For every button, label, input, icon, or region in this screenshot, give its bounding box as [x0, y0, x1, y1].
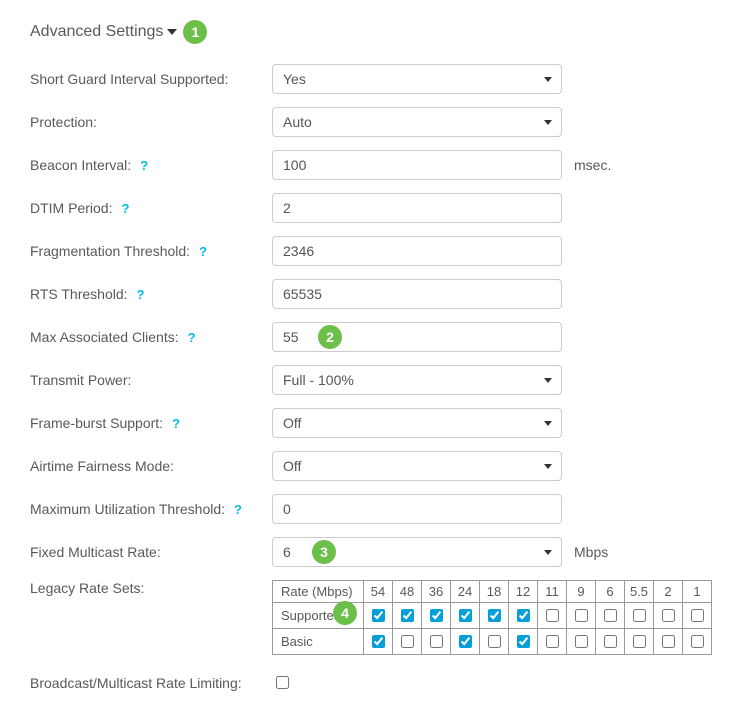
help-icon[interactable]: ?: [137, 158, 151, 172]
help-icon[interactable]: ?: [134, 287, 148, 301]
help-icon[interactable]: ?: [185, 330, 199, 344]
callout-4: 4: [333, 601, 357, 625]
rate-header: 9: [567, 581, 596, 603]
rate-header: 48: [393, 581, 422, 603]
help-icon[interactable]: ?: [118, 201, 132, 215]
supported-checkbox[interactable]: [488, 609, 501, 622]
maxutil-input[interactable]: [272, 494, 562, 524]
label-legacy: Legacy Rate Sets:: [30, 580, 144, 596]
label-multicast: Fixed Multicast Rate:: [30, 544, 161, 560]
basic-checkbox[interactable]: [575, 635, 588, 648]
label-dtim: DTIM Period:: [30, 200, 112, 216]
supported-checkbox[interactable]: [604, 609, 617, 622]
callout-1: 1: [183, 20, 207, 44]
supported-label-cell: Supported 4: [273, 603, 364, 629]
label-maxclients: Max Associated Clients:: [30, 329, 179, 345]
label-maxutil: Maximum Utilization Threshold:: [30, 501, 225, 517]
help-icon[interactable]: ?: [196, 244, 210, 258]
rate-header: 11: [538, 581, 567, 603]
basic-checkbox[interactable]: [488, 635, 501, 648]
rate-header: 12: [509, 581, 538, 603]
basic-checkbox[interactable]: [691, 635, 704, 648]
label-frameburst: Frame-burst Support:: [30, 415, 163, 431]
basic-checkbox[interactable]: [546, 635, 559, 648]
supported-checkbox[interactable]: [372, 609, 385, 622]
dtim-input[interactable]: [272, 193, 562, 223]
bmrate-checkbox[interactable]: [276, 676, 289, 689]
help-icon[interactable]: ?: [169, 416, 183, 430]
basic-checkbox[interactable]: [459, 635, 472, 648]
label-airtime: Airtime Fairness Mode:: [30, 458, 174, 474]
label-frag: Fragmentation Threshold:: [30, 243, 190, 259]
rate-header: 24: [451, 581, 480, 603]
rate-header: 2: [654, 581, 683, 603]
rate-header: 36: [422, 581, 451, 603]
basic-checkbox[interactable]: [517, 635, 530, 648]
frag-input[interactable]: [272, 236, 562, 266]
help-icon[interactable]: ?: [231, 502, 245, 516]
rate-header: 6: [596, 581, 625, 603]
sgi-select[interactable]: Yes: [272, 64, 562, 94]
label-txpower: Transmit Power:: [30, 372, 131, 388]
rts-input[interactable]: [272, 279, 562, 309]
basic-checkbox[interactable]: [662, 635, 675, 648]
supported-checkbox[interactable]: [401, 609, 414, 622]
rates-header-cell: Rate (Mbps): [273, 581, 364, 603]
section-header[interactable]: Advanced Settings 1: [30, 20, 712, 44]
label-bmrate: Broadcast/Multicast Rate Limiting:: [30, 675, 242, 691]
callout-2: 2: [318, 325, 342, 349]
supported-checkbox[interactable]: [662, 609, 675, 622]
basic-checkbox[interactable]: [372, 635, 385, 648]
txpower-select[interactable]: Full - 100%: [272, 365, 562, 395]
supported-checkbox[interactable]: [633, 609, 646, 622]
label-rts: RTS Threshold:: [30, 286, 128, 302]
rate-header: 5.5: [625, 581, 654, 603]
label-beacon: Beacon Interval:: [30, 157, 131, 173]
unit-mbps: Mbps: [574, 544, 608, 560]
basic-checkbox[interactable]: [401, 635, 414, 648]
basic-checkbox[interactable]: [430, 635, 443, 648]
beacon-input[interactable]: [272, 150, 562, 180]
rate-header: 1: [683, 581, 712, 603]
basic-label-cell: Basic: [273, 629, 364, 655]
supported-checkbox[interactable]: [546, 609, 559, 622]
rate-header: 54: [364, 581, 393, 603]
basic-checkbox[interactable]: [633, 635, 646, 648]
rate-header: 18: [480, 581, 509, 603]
supported-checkbox[interactable]: [430, 609, 443, 622]
airtime-select[interactable]: Off: [272, 451, 562, 481]
section-title: Advanced Settings: [30, 23, 163, 41]
caret-down-icon: [167, 29, 177, 35]
label-sgi: Short Guard Interval Supported:: [30, 71, 228, 87]
legacy-rates-table: Rate (Mbps) 54483624181211965.521 Suppor…: [272, 580, 712, 655]
frameburst-select[interactable]: Off: [272, 408, 562, 438]
unit-msec: msec.: [574, 157, 611, 173]
callout-3: 3: [312, 540, 336, 564]
supported-checkbox[interactable]: [459, 609, 472, 622]
protection-select[interactable]: Auto: [272, 107, 562, 137]
supported-checkbox[interactable]: [517, 609, 530, 622]
basic-checkbox[interactable]: [604, 635, 617, 648]
supported-checkbox[interactable]: [691, 609, 704, 622]
supported-checkbox[interactable]: [575, 609, 588, 622]
maxclients-input[interactable]: [272, 322, 562, 352]
label-protection: Protection:: [30, 114, 97, 130]
